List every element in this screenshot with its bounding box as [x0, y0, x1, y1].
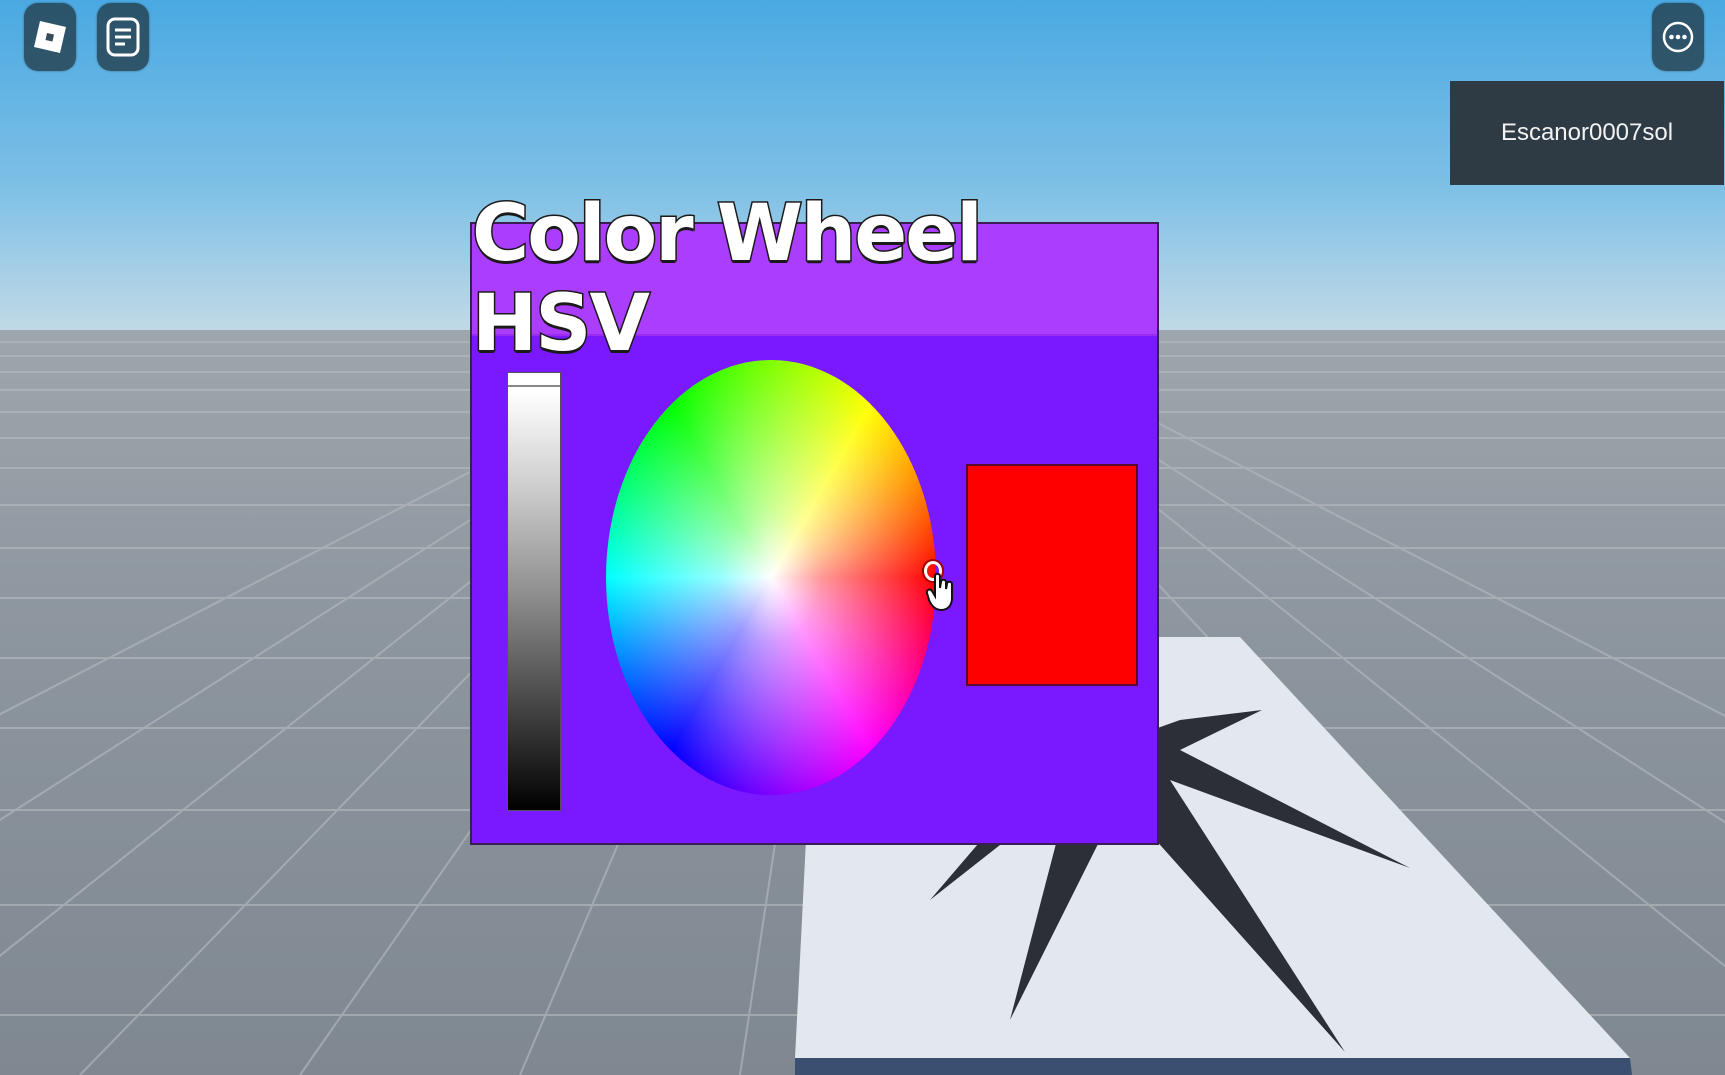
- roblox-menu-button[interactable]: [24, 3, 76, 71]
- selected-color-preview: [966, 464, 1138, 686]
- color-wheel-title: Color Wheel HSV: [471, 188, 985, 371]
- value-slider-knob[interactable]: [508, 373, 560, 387]
- color-wheel-panel: Color Wheel HSV: [470, 188, 1159, 845]
- player-username: Escanor0007sol: [1500, 119, 1674, 146]
- roblox-logo-icon: [34, 21, 66, 53]
- chat-icon: [106, 17, 140, 57]
- player-list-entry[interactable]: Escanor0007sol: [1450, 81, 1724, 185]
- hand-pointer-icon: [926, 572, 953, 612]
- more-options-icon: [1662, 21, 1694, 53]
- chat-button[interactable]: [97, 3, 149, 71]
- hue-saturation-wheel[interactable]: [606, 360, 936, 795]
- more-options-button[interactable]: [1652, 3, 1704, 71]
- value-slider[interactable]: [507, 372, 561, 811]
- color-wheel-header: Color Wheel HSV: [471, 188, 1157, 371]
